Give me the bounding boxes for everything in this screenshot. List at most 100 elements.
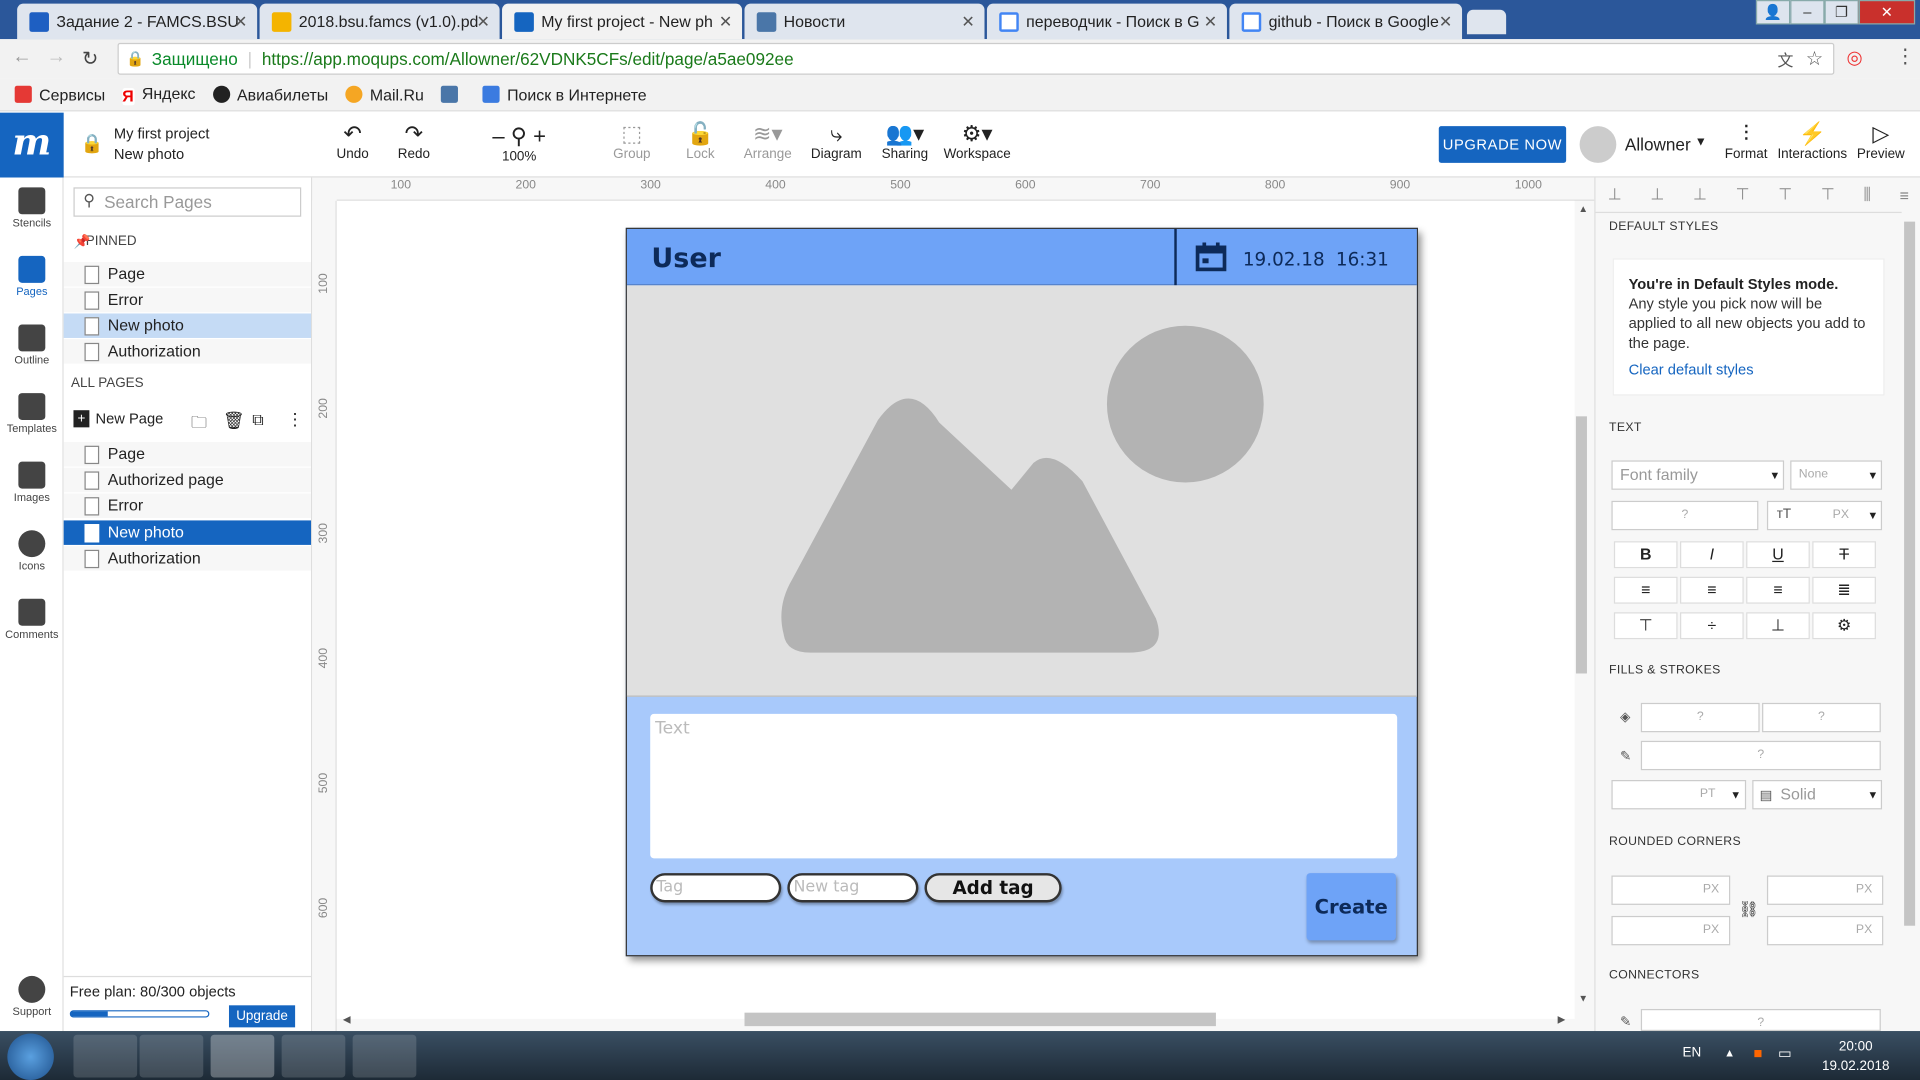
corner-bottom-left-field[interactable]: PX [1611, 915, 1731, 946]
valign-bottom-button[interactable]: ⊥ [1746, 612, 1810, 640]
bookmark-vk[interactable] [440, 85, 465, 103]
italic-button[interactable]: I [1680, 541, 1744, 569]
browser-tab[interactable]: github - Поиск в Google ✕ [1229, 3, 1463, 40]
chevron-down-icon[interactable]: ▼ [1867, 789, 1878, 801]
rail-outline[interactable]: Outline [0, 324, 64, 366]
translate-icon[interactable]: 文 [1778, 47, 1794, 70]
link-icon[interactable]: ⛓ [1739, 900, 1759, 920]
pinned-page-item[interactable]: Page [63, 262, 312, 287]
interactions-button[interactable]: ⚡ Interactions [1776, 120, 1849, 161]
bookmark-yandex[interactable]: Я Яндекс [122, 84, 195, 105]
align-left-icon[interactable]: ⊥ [1608, 185, 1622, 205]
mockup-tag-input[interactable]: Tag [650, 873, 782, 903]
mockup-user-title[interactable]: User [651, 244, 720, 275]
mockup-date[interactable]: 19.02.18 [1243, 249, 1325, 271]
add-folder-icon[interactable]: 🗀 [191, 411, 207, 438]
corner-top-left-field[interactable]: PX [1611, 875, 1731, 905]
network-icon[interactable]: ▭ [1778, 1044, 1792, 1061]
close-tab-icon[interactable]: ✕ [1204, 12, 1217, 32]
page-item[interactable]: Authorized page [63, 467, 312, 493]
align-top-icon[interactable]: ⊤ [1736, 185, 1750, 205]
connector-color-field[interactable]: ? [1640, 1008, 1881, 1032]
text-align-right-button[interactable]: ≡ [1746, 576, 1810, 604]
avatar[interactable] [1579, 126, 1617, 163]
text-align-center-button[interactable]: ≡ [1680, 576, 1744, 604]
zoom-control[interactable]: – ⚲ +100% [482, 122, 555, 164]
page-item[interactable]: Page [63, 442, 312, 467]
url-text[interactable]: https://app.moqups.com/Allowner/62VDNK5C… [262, 49, 794, 69]
rail-stencils[interactable]: Stencils [0, 187, 64, 229]
page-item-selected[interactable]: New photo [63, 520, 312, 545]
redo-button[interactable]: ↷ Redo [377, 120, 450, 161]
mockup-text-area[interactable]: Text [650, 713, 1398, 859]
moqups-logo[interactable]: m [0, 112, 64, 178]
extension-icon[interactable]: ◎ [1847, 47, 1863, 69]
scroll-left-icon[interactable]: ◀ [343, 1014, 351, 1025]
rail-icons[interactable]: Icons [0, 530, 64, 572]
scroll-down-icon[interactable]: ▼ [1578, 993, 1588, 1004]
image-placeholder[interactable] [626, 285, 1417, 697]
explorer-taskbar-icon[interactable] [73, 1034, 138, 1078]
align-middle-icon[interactable]: ⊤ [1778, 185, 1792, 205]
workspace-button[interactable]: ⚙▾ Workspace [940, 120, 1013, 161]
calendar-icon[interactable] [1195, 242, 1227, 272]
browser-tab[interactable]: Задание 2 - FAMCS.BSU ✕ [17, 3, 258, 40]
clock[interactable]: 20:00 19.02.2018 [1822, 1037, 1889, 1076]
forward-icon[interactable]: → [47, 47, 67, 69]
maximize-button[interactable]: ❐ [1824, 0, 1859, 25]
address-bar[interactable]: 🔒 Защищено | https://app.moqups.com/Allo… [117, 42, 1835, 75]
chrome-taskbar-icon[interactable] [210, 1034, 275, 1078]
bookmark-avia[interactable]: Авиабилеты [212, 85, 328, 103]
star-icon[interactable]: ☆ [1806, 47, 1824, 71]
media-player-taskbar-icon[interactable] [139, 1034, 204, 1078]
menu-icon[interactable]: ⋮ [1896, 44, 1916, 68]
group-button[interactable]: ⬚ Group [595, 120, 668, 161]
text-align-left-button[interactable]: ≡ [1613, 576, 1678, 604]
close-tab-icon[interactable]: ✕ [476, 12, 489, 32]
panel-scrollbar[interactable] [1904, 221, 1916, 926]
pinned-page-item-selected[interactable]: New photo [63, 313, 312, 338]
mockup-header-divider[interactable] [1174, 228, 1177, 286]
chevron-down-icon[interactable]: ▼ [1730, 789, 1741, 801]
chevron-down-icon[interactable]: ▼ [1769, 469, 1780, 481]
lock-icon[interactable]: 🔒 [81, 132, 104, 154]
font-family-select[interactable]: Font family [1611, 460, 1785, 490]
diagram-button[interactable]: ⤷ Diagram [800, 120, 873, 161]
fill-color-field[interactable]: ? [1640, 702, 1760, 733]
search-pages-input[interactable]: Search Pages [73, 187, 302, 217]
page-item[interactable]: Authorization [63, 546, 312, 571]
lock-button[interactable]: 🔓 Lock [664, 120, 737, 161]
close-tab-icon[interactable]: ✕ [961, 12, 974, 32]
duplicate-icon[interactable]: ⧉ [252, 410, 263, 430]
rail-images[interactable]: Images [0, 461, 64, 503]
paint-taskbar-icon[interactable] [352, 1034, 417, 1078]
tray-app-icon[interactable]: ■ [1753, 1044, 1762, 1061]
close-window-button[interactable]: ✕ [1858, 0, 1916, 25]
reload-icon[interactable]: ↻ [82, 47, 98, 71]
browser-tab[interactable]: переводчик - Поиск в G ✕ [986, 3, 1227, 40]
browser-tab-active[interactable]: My first project - New ph ✕ [502, 3, 743, 40]
bookmark-search[interactable]: Поиск в Интернете [482, 85, 647, 103]
user-profile-button[interactable]: 👤 [1755, 0, 1791, 25]
format-button[interactable]: ⫶ Format [1709, 120, 1782, 161]
mockup-frame[interactable]: User 19.02.18 16:31 Text Tag New tag Add… [625, 227, 1418, 957]
tray-arrow-icon[interactable]: ▲ [1724, 1047, 1735, 1059]
rail-templates[interactable]: Templates [0, 393, 64, 435]
arrange-button[interactable]: ≋▾ Arrange [731, 120, 804, 161]
pinned-page-item[interactable]: Authorization [63, 339, 312, 364]
back-icon[interactable]: ← [12, 47, 32, 69]
scroll-right-icon[interactable]: ▶ [1558, 1014, 1566, 1025]
upgrade-now-button[interactable]: UPGRADE NOW [1438, 126, 1567, 163]
sharing-button[interactable]: 👥▾ Sharing [868, 120, 941, 161]
mockup-create-button[interactable]: Create [1306, 873, 1396, 941]
username[interactable]: Allowner [1625, 135, 1691, 155]
fill-opacity-field[interactable]: ? [1762, 702, 1881, 733]
text-align-justify-button[interactable]: ≣ [1812, 576, 1876, 604]
close-tab-icon[interactable]: ✕ [719, 12, 732, 32]
bookmark-apps[interactable]: Сервисы [14, 85, 105, 103]
mockup-time[interactable]: 16:31 [1336, 249, 1389, 271]
minimize-button[interactable]: – [1790, 0, 1825, 25]
stroke-width-field[interactable]: PT [1611, 780, 1747, 810]
new-tab-button[interactable] [1466, 9, 1507, 35]
language-indicator[interactable]: EN [1682, 1046, 1701, 1061]
